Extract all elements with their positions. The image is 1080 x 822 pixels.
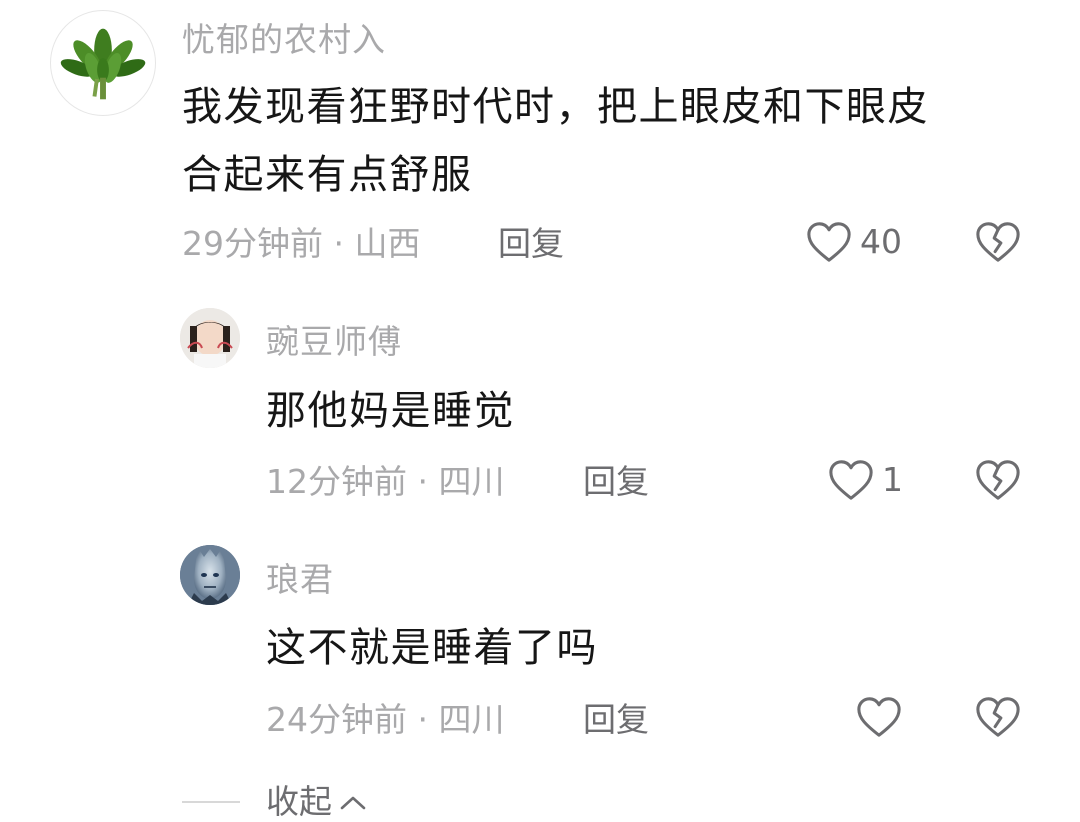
- reply-button[interactable]: 回复: [583, 700, 649, 740]
- heart-outline-icon: [856, 695, 902, 739]
- like-count: 1: [882, 460, 903, 499]
- username[interactable]: 忧郁的农村入: [182, 20, 386, 60]
- chevron-up-icon: [338, 792, 368, 812]
- dislike-button[interactable]: [975, 458, 1021, 502]
- user-avatar[interactable]: [180, 308, 240, 368]
- collapse-label: 收起: [266, 782, 332, 821]
- user-avatar[interactable]: [180, 545, 240, 605]
- comment-text: 合起来有点舒服: [182, 152, 473, 198]
- heart-outline-icon: [806, 220, 852, 264]
- like-button[interactable]: [856, 695, 910, 739]
- broken-heart-icon: [975, 458, 1021, 502]
- broken-heart-icon: [975, 220, 1021, 264]
- user-avatar[interactable]: [50, 10, 156, 116]
- heart-outline-icon: [828, 458, 874, 502]
- comment-text: 这不就是睡着了吗: [266, 625, 598, 671]
- dislike-button[interactable]: [975, 220, 1021, 264]
- like-button[interactable]: 40: [806, 220, 902, 264]
- like-button[interactable]: 1: [828, 458, 903, 502]
- divider: [182, 801, 240, 803]
- username[interactable]: 豌豆师傅: [266, 322, 402, 362]
- broken-heart-icon: [975, 695, 1021, 739]
- reply-button[interactable]: 回复: [583, 462, 649, 502]
- username[interactable]: 琅君: [266, 560, 334, 600]
- comment-text: 我发现看狂野时代时，把上眼皮和下眼皮: [182, 84, 929, 130]
- time-location: 12分钟前 · 四川: [266, 462, 505, 501]
- collapse-button[interactable]: 收起: [266, 782, 368, 822]
- time-location: 29分钟前 · 山西: [182, 224, 421, 263]
- comment-text: 那他妈是睡觉: [266, 388, 515, 434]
- dislike-button[interactable]: [975, 695, 1021, 739]
- time-location: 24分钟前 · 四川: [266, 700, 505, 739]
- like-count: 40: [860, 222, 902, 261]
- reply-button[interactable]: 回复: [498, 224, 564, 264]
